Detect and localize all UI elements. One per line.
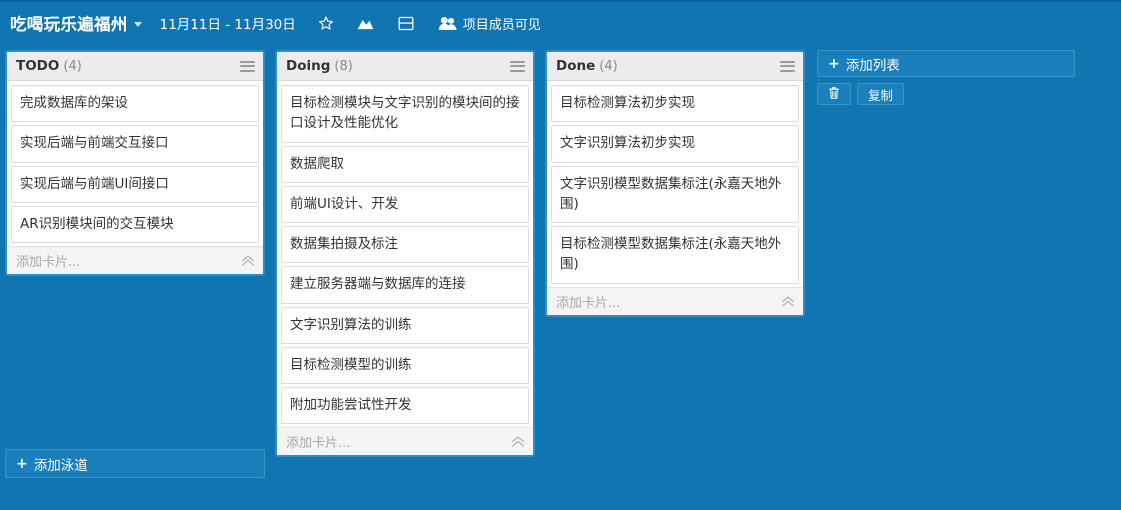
chevron-double-up-icon[interactable] — [511, 435, 525, 448]
trash-icon — [828, 86, 840, 103]
board-column-done: Done (4) 目标检测算法初步实现 文字识别算法初步实现 文字识别模型数据集… — [545, 50, 805, 317]
card-list: 目标检测模块与文字识别的模块间的接口设计及性能优化 数据爬取 前端UI设计、开发… — [277, 85, 533, 425]
star-icon[interactable] — [316, 13, 336, 33]
hamburger-icon[interactable] — [240, 60, 255, 72]
card[interactable]: 数据爬取 — [281, 145, 529, 183]
board-column-doing: Doing (8) 目标检测模块与文字识别的模块间的接口设计及性能优化 数据爬取… — [275, 50, 535, 458]
column-header: Done (4) — [547, 52, 803, 81]
list-actions-panel: + 添加列表 复制 — [817, 50, 1075, 105]
board-topbar: 吃喝玩乐遍福州 11月11日 - 11月30日 项目成员可见 — [0, 0, 1121, 44]
hamburger-icon[interactable] — [780, 60, 795, 72]
card[interactable]: 完成数据库的架设 — [11, 85, 259, 123]
board-visibility-label: 项目成员可见 — [462, 17, 541, 33]
board-date-range: 11月11日 - 11月30日 — [159, 17, 296, 33]
card[interactable]: 附加功能尝试性开发 — [281, 387, 529, 425]
card[interactable]: 目标检测模型的训练 — [281, 346, 529, 384]
column-card-count: (4) — [599, 58, 618, 74]
card[interactable]: 实现后端与前端UI间接口 — [11, 165, 259, 203]
board-column-todo: TODO (4) 完成数据库的架设 实现后端与前端交互接口 实现后端与前端UI间… — [5, 50, 265, 276]
add-list-button[interactable]: + 添加列表 — [817, 50, 1075, 77]
column-header: Doing (8) — [277, 52, 533, 81]
card[interactable]: 目标检测算法初步实现 — [551, 85, 799, 123]
card[interactable]: 实现后端与前端交互接口 — [11, 125, 259, 163]
column-title: Doing — [286, 58, 331, 74]
chart-icon[interactable] — [356, 13, 376, 33]
add-card-placeholder: 添加卡片... — [16, 255, 81, 270]
copy-list-button[interactable]: 复制 — [857, 83, 905, 105]
column-title: Done — [556, 58, 596, 74]
add-card-footer[interactable]: 添加卡片... — [277, 427, 533, 456]
chevron-down-icon — [133, 22, 142, 27]
list-action-buttons: 复制 — [817, 83, 1075, 105]
plus-icon: + — [828, 55, 840, 72]
board-title-dropdown[interactable]: 吃喝玩乐遍福州 — [10, 11, 142, 35]
add-card-footer[interactable]: 添加卡片... — [547, 286, 803, 315]
add-card-placeholder: 添加卡片... — [286, 436, 351, 452]
card[interactable]: 目标检测模型数据集标注(永嘉天地外围) — [551, 226, 799, 284]
column-header: TODO (4) — [7, 52, 263, 81]
plus-icon: + — [16, 455, 28, 472]
card[interactable]: 文字识别算法初步实现 — [551, 125, 799, 163]
add-swimlane-label: 添加泳道 — [33, 457, 88, 474]
delete-list-button[interactable] — [817, 83, 851, 105]
add-card-placeholder: 添加卡片... — [556, 295, 621, 311]
add-swimlane-button[interactable]: + 添加泳道 — [5, 449, 265, 478]
chevron-double-up-icon[interactable] — [781, 295, 795, 308]
card[interactable]: 前端UI设计、开发 — [281, 185, 529, 223]
card[interactable]: 文字识别算法的训练 — [281, 306, 529, 344]
board-canvas: TODO (4) 完成数据库的架设 实现后端与前端交互接口 实现后端与前端UI间… — [0, 44, 1121, 510]
card[interactable]: 目标检测模块与文字识别的模块间的接口设计及性能优化 — [281, 85, 529, 143]
column-card-count: (8) — [334, 58, 353, 74]
page-title: 吃喝玩乐遍福州 — [10, 15, 128, 34]
add-card-footer[interactable]: 添加卡片... — [7, 246, 263, 274]
hamburger-icon[interactable] — [510, 60, 525, 72]
copy-list-label: 复制 — [868, 87, 894, 103]
add-list-label: 添加列表 — [845, 57, 900, 74]
card[interactable]: 数据集拍摄及标注 — [281, 226, 529, 264]
column-card-count: (4) — [63, 58, 82, 74]
board-visibility[interactable]: 项目成员可见 — [438, 13, 541, 33]
members-icon — [438, 13, 458, 33]
chevron-double-up-icon[interactable] — [241, 254, 255, 267]
card[interactable]: 文字识别模型数据集标注(永嘉天地外围) — [551, 165, 799, 223]
card-list: 目标检测算法初步实现 文字识别算法初步实现 文字识别模型数据集标注(永嘉天地外围… — [547, 85, 803, 284]
card-view-icon[interactable] — [396, 13, 416, 33]
card[interactable]: AR识别模块间的交互模块 — [11, 205, 259, 243]
card[interactable]: 建立服务器端与数据库的连接 — [281, 266, 529, 304]
card-list: 完成数据库的架设 实现后端与前端交互接口 实现后端与前端UI间接口 AR识别模块… — [7, 85, 263, 243]
column-title: TODO — [16, 58, 60, 74]
